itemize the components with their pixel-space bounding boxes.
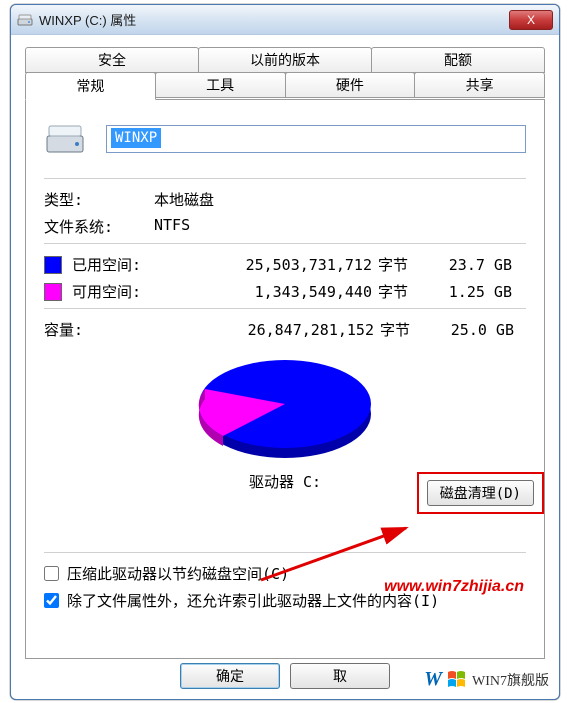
capacity-bytes: 26,847,281,152 [179, 321, 374, 339]
drive-large-icon [44, 118, 86, 160]
properties-dialog: WINXP (C:) 属性 X 安全 以前的版本 配额 常规 工具 硬件 共享 [10, 4, 560, 700]
free-unit: 字节 [372, 281, 422, 302]
separator [44, 552, 526, 553]
capacity-label: 容量: [44, 319, 179, 340]
compress-label: 压缩此驱动器以节约磁盘空间(C) [67, 563, 289, 584]
brand-prefix: W [424, 668, 442, 691]
type-value: 本地磁盘 [154, 189, 214, 210]
capacity-unit: 字节 [374, 319, 424, 340]
capacity-gb: 25.0 GB [424, 321, 514, 339]
index-checkbox[interactable] [44, 593, 59, 608]
ok-button[interactable]: 确定 [180, 663, 280, 689]
client-area: 安全 以前的版本 配额 常规 工具 硬件 共享 WINXP [11, 35, 559, 667]
separator [44, 178, 526, 179]
compress-checkbox[interactable] [44, 566, 59, 581]
used-space-row: 已用空间: 25,503,731,712 字节 23.7 GB [44, 254, 526, 275]
free-gb: 1.25 GB [422, 283, 512, 301]
disk-cleanup-button[interactable]: 磁盘清理(D) [427, 480, 534, 506]
tab-previous-versions[interactable]: 以前的版本 [198, 47, 372, 73]
tab-strip: 安全 以前的版本 配额 常规 工具 硬件 共享 WINXP [25, 47, 545, 659]
windows-flag-icon [446, 669, 468, 691]
used-gb: 23.7 GB [422, 256, 512, 274]
fs-value: NTFS [154, 216, 190, 237]
watermark-text: www.win7zhijia.cn [384, 578, 524, 596]
tab-hardware[interactable]: 硬件 [285, 72, 416, 98]
drive-name-value: WINXP [111, 128, 161, 148]
tab-sharing[interactable]: 共享 [414, 72, 545, 98]
used-bytes: 25,503,731,712 [177, 256, 372, 274]
cleanup-highlight-box: 磁盘清理(D) [417, 472, 544, 514]
tab-quota[interactable]: 配额 [371, 47, 545, 73]
tab-general[interactable]: 常规 [25, 72, 156, 100]
close-button[interactable]: X [509, 10, 553, 30]
separator [44, 243, 526, 244]
capacity-row: 容量: 26,847,281,152 字节 25.0 GB [44, 319, 526, 340]
used-unit: 字节 [372, 254, 422, 275]
free-label: 可用空间: [72, 281, 177, 302]
used-label: 已用空间: [72, 254, 177, 275]
free-bytes: 1,343,549,440 [177, 283, 372, 301]
cancel-button[interactable]: 取 [290, 663, 390, 689]
brand-watermark: W WIN7旗舰版 [420, 666, 553, 693]
free-swatch [44, 283, 62, 301]
drive-name-input[interactable]: WINXP [106, 125, 526, 153]
tab-security[interactable]: 安全 [25, 47, 199, 73]
type-label: 类型: [44, 189, 154, 210]
free-space-row: 可用空间: 1,343,549,440 字节 1.25 GB [44, 281, 526, 302]
tab-tools[interactable]: 工具 [155, 72, 286, 98]
titlebar[interactable]: WINXP (C:) 属性 X [11, 5, 559, 35]
fs-label: 文件系统: [44, 216, 154, 237]
tab-panel-general: WINXP 类型:本地磁盘 文件系统:NTFS 已用空间: 25,503,731… [25, 99, 545, 659]
drive-icon [17, 12, 33, 28]
brand-text: WIN7旗舰版 [472, 670, 549, 690]
used-swatch [44, 256, 62, 274]
separator [44, 308, 526, 309]
window-title: WINXP (C:) 属性 [39, 10, 509, 29]
